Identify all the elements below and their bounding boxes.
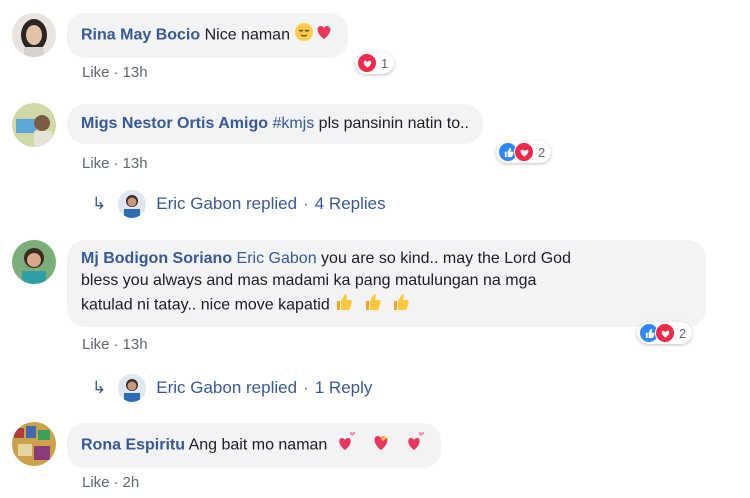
- timestamp[interactable]: 2h: [123, 474, 140, 491]
- timestamp[interactable]: 13h: [123, 155, 148, 172]
- comment-meta: Like · 2h: [82, 474, 140, 491]
- comment-bubble: Migs Nestor Ortis Amigo #kmjs pls pansin…: [67, 104, 483, 144]
- view-replies-link[interactable]: ↳ Eric Gabon replied · 1 Reply: [92, 371, 372, 405]
- avatar[interactable]: [12, 422, 56, 466]
- like-link[interactable]: Like: [82, 155, 110, 172]
- comment-text: Nice naman: [204, 26, 290, 44]
- reply-arrow-icon: ↳: [92, 378, 107, 397]
- mention-link[interactable]: Eric Gabon: [237, 250, 317, 267]
- reaction-summary[interactable]: 2: [496, 141, 552, 163]
- avatar[interactable]: [12, 240, 56, 284]
- heart-with-ribbon-icon: [314, 22, 334, 49]
- reaction-summary[interactable]: 1: [355, 52, 395, 74]
- avatar[interactable]: [12, 103, 56, 147]
- love-reaction-icon: [655, 323, 675, 343]
- thumbs-up-icon: [334, 292, 354, 319]
- replied-author[interactable]: Eric Gabon replied: [156, 194, 297, 214]
- comment-bubble: Rona Espiritu Ang bait mo naman: [67, 423, 441, 468]
- reply-count[interactable]: 4 Replies: [315, 194, 386, 214]
- reaction-summary[interactable]: 2: [637, 322, 693, 344]
- comment-text: pls pansinin natin to..: [318, 115, 469, 132]
- reaction-count: 2: [679, 325, 687, 341]
- reply-count[interactable]: 1 Reply: [315, 378, 373, 398]
- timestamp[interactable]: 13h: [123, 336, 148, 353]
- relieved-face-icon: [294, 22, 314, 49]
- replied-author[interactable]: Eric Gabon replied: [156, 378, 297, 398]
- avatar: [118, 190, 147, 218]
- comment-meta: Like · 13h: [82, 64, 148, 81]
- avatar[interactable]: [12, 13, 56, 57]
- heart-with-ribbon-icon: [370, 432, 392, 459]
- love-reaction-icon: [357, 53, 377, 73]
- thumbs-up-icon: [363, 292, 383, 319]
- sparkling-heart-icon: [405, 432, 427, 459]
- comment-bubble: Rina May Bocio Nice naman: [67, 13, 349, 58]
- reaction-count: 1: [381, 55, 389, 71]
- comment-text-line: bless you always and mas madami ka pang …: [81, 272, 537, 289]
- reaction-count: 2: [538, 144, 546, 160]
- comment-text-line: katulad ni tatay.. nice move kapatid: [81, 296, 330, 314]
- like-link[interactable]: Like: [82, 64, 110, 81]
- thumbs-up-icon: [391, 292, 411, 319]
- comment-text-line: you are so kind.. may the Lord God: [321, 250, 571, 267]
- sparkling-heart-icon: [336, 432, 358, 459]
- comment-meta: Like · 13h: [82, 336, 148, 353]
- like-link[interactable]: Like: [82, 336, 110, 353]
- author-name[interactable]: Migs Nestor Ortis Amigo: [81, 115, 268, 132]
- reply-arrow-icon: ↳: [92, 194, 107, 213]
- comment-meta: Like · 13h: [82, 155, 148, 172]
- comment-bubble: Mj Bodigon Soriano Eric Gabon you are so…: [67, 240, 706, 327]
- hashtag[interactable]: #kmjs: [272, 115, 314, 132]
- love-reaction-icon: [514, 142, 534, 162]
- author-name[interactable]: Rona Espiritu: [81, 437, 185, 454]
- comment-text: Ang bait mo naman: [188, 436, 328, 454]
- avatar: [118, 374, 147, 402]
- like-link[interactable]: Like: [82, 474, 110, 491]
- timestamp[interactable]: 13h: [123, 64, 148, 81]
- view-replies-link[interactable]: ↳ Eric Gabon replied · 4 Replies: [92, 187, 386, 221]
- author-name[interactable]: Rina May Bocio: [81, 27, 200, 44]
- author-name[interactable]: Mj Bodigon Soriano: [81, 250, 232, 267]
